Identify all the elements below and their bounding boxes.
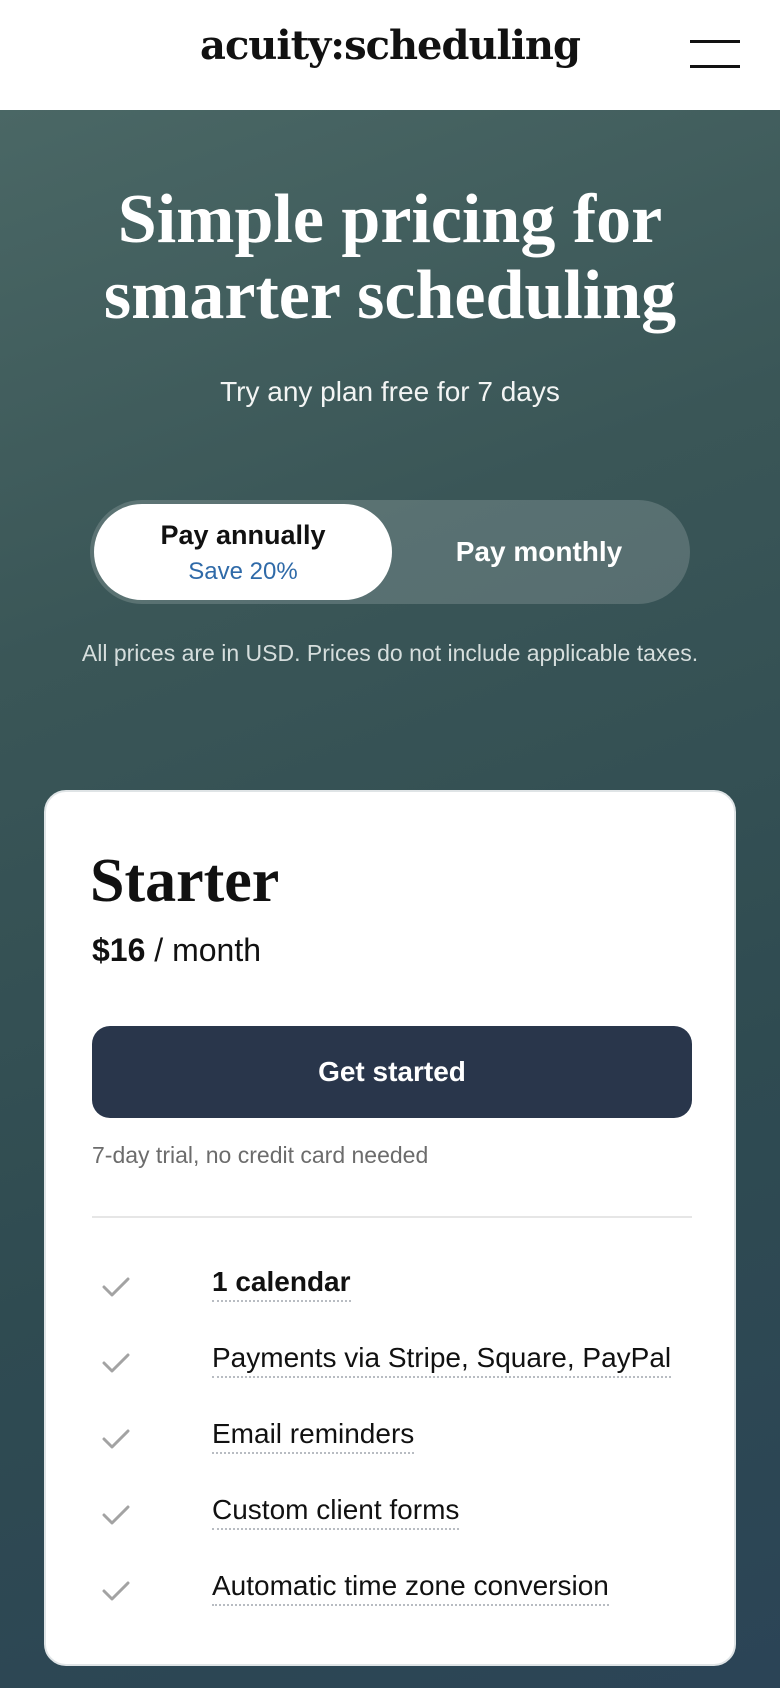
hero-subtitle: Try any plan free for 7 days — [220, 376, 560, 407]
hamburger-menu-icon[interactable] — [684, 36, 742, 72]
acuity-scheduling-logo[interactable]: acuity:scheduling — [0, 22, 780, 69]
feature-label[interactable]: 1 calendar — [212, 1266, 351, 1302]
feature-item: Payments via Stripe, Square, PayPal — [92, 1338, 692, 1414]
trial-note: 7-day trial, no credit card needed — [92, 1142, 429, 1168]
check-icon — [102, 1353, 130, 1373]
card-divider — [92, 1216, 692, 1218]
billing-period-toggle: Pay annually Save 20% Pay monthly — [90, 500, 690, 604]
save-badge: Save 20% — [188, 558, 298, 585]
page-title: Simple pricing for smarter scheduling — [103, 181, 677, 334]
check-icon — [102, 1505, 130, 1525]
feature-item: Automatic time zone conversion — [92, 1566, 692, 1642]
pay-monthly-option[interactable]: Pay monthly — [392, 504, 686, 600]
pricing-hero: Simple pricing for smarter scheduling Tr… — [0, 110, 780, 1688]
plan-name: Starter — [90, 847, 280, 915]
feature-item: Email reminders — [92, 1414, 692, 1490]
site-header: acuity:scheduling — [0, 0, 780, 110]
feature-label[interactable]: Custom client forms — [212, 1494, 460, 1530]
check-icon — [102, 1429, 130, 1449]
feature-label[interactable]: Payments via Stripe, Square, PayPal — [212, 1342, 672, 1378]
menu-bar — [690, 40, 740, 43]
pay-annually-option[interactable]: Pay annually Save 20% — [94, 504, 392, 600]
menu-bar — [690, 65, 740, 68]
feature-label[interactable]: Email reminders — [212, 1418, 415, 1454]
feature-label[interactable]: Automatic time zone conversion — [212, 1570, 609, 1606]
feature-item: Custom client forms — [92, 1490, 692, 1566]
pay-annually-label: Pay annually — [160, 520, 326, 550]
get-started-button[interactable]: Get started — [92, 1026, 692, 1118]
price-period: / month — [154, 932, 261, 968]
pay-monthly-label: Pay monthly — [455, 536, 623, 567]
plan-price: $16 / month — [92, 932, 261, 969]
check-icon — [102, 1277, 130, 1297]
starter-plan-card: Starter $16 / month Get started 7-day tr… — [44, 790, 736, 1666]
check-icon — [102, 1581, 130, 1601]
price-amount: $16 — [92, 932, 146, 968]
feature-list: 1 calendar Payments via Stripe, Square, … — [92, 1262, 692, 1642]
feature-item: 1 calendar — [92, 1262, 692, 1338]
price-disclaimer: All prices are in USD. Prices do not inc… — [81, 640, 699, 666]
